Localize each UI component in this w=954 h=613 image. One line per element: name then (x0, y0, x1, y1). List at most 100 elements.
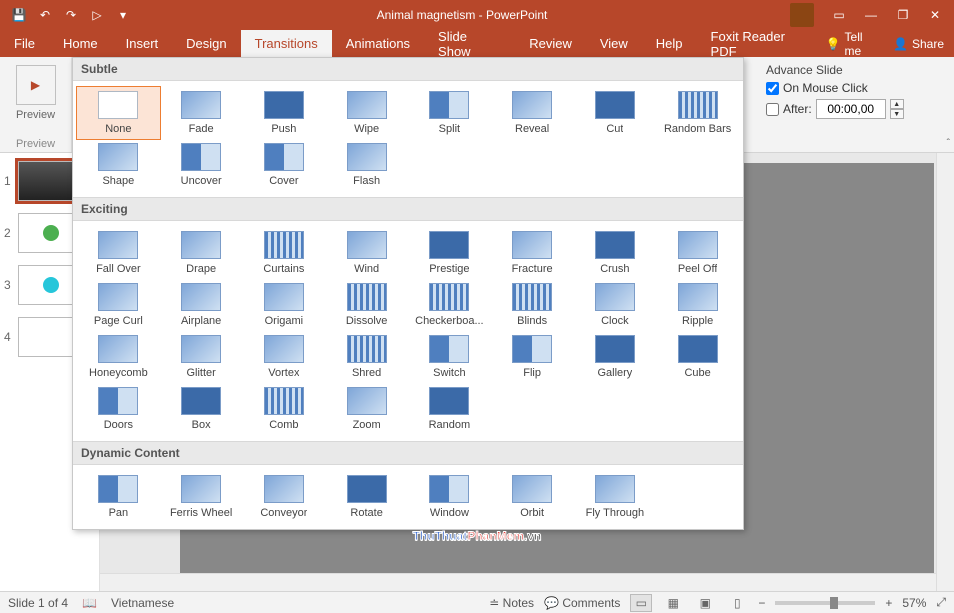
transition-glitter[interactable]: Glitter (160, 331, 243, 383)
transition-vortex[interactable]: Vortex (243, 331, 326, 383)
transition-doors[interactable]: Doors (77, 383, 160, 435)
tab-transitions[interactable]: Transitions (241, 30, 332, 57)
after-checkbox[interactable] (766, 103, 779, 116)
save-button[interactable]: 💾 (8, 4, 30, 26)
transition-uncover[interactable]: Uncover (160, 139, 243, 191)
fit-to-window-button[interactable]: ⤢ (936, 595, 946, 610)
transition-pan[interactable]: Pan (77, 471, 160, 523)
transition-icon (181, 231, 221, 259)
transition-conveyor[interactable]: Conveyor (243, 471, 326, 523)
transition-label: Origami (265, 315, 304, 327)
watermark-part-1: ThuThuat (413, 529, 468, 543)
transition-blinds[interactable]: Blinds (491, 279, 574, 331)
transition-none[interactable]: None (77, 87, 160, 139)
on-mouse-click-checkbox[interactable] (766, 82, 779, 95)
transition-reveal[interactable]: Reveal (491, 87, 574, 139)
transition-shape[interactable]: Shape (77, 139, 160, 191)
transition-fracture[interactable]: Fracture (491, 227, 574, 279)
zoom-in-button[interactable]: + (885, 596, 892, 610)
slide-sorter-view-button[interactable]: ▦ (662, 594, 684, 612)
transition-origami[interactable]: Origami (243, 279, 326, 331)
reading-view-button[interactable]: ▣ (694, 594, 716, 612)
transition-flash[interactable]: Flash (325, 139, 408, 191)
transition-fall-over[interactable]: Fall Over (77, 227, 160, 279)
time-spin-up[interactable]: ▲ (890, 99, 904, 109)
undo-button[interactable]: ↶ (34, 4, 56, 26)
zoom-out-button[interactable]: − (758, 596, 765, 610)
transition-comb[interactable]: Comb (243, 383, 326, 435)
transition-drape[interactable]: Drape (160, 227, 243, 279)
normal-view-button[interactable]: ▭ (630, 594, 652, 612)
minimize-button[interactable]: — (856, 1, 886, 29)
transition-ripple[interactable]: Ripple (656, 279, 739, 331)
transition-random-bars[interactable]: Random Bars (656, 87, 739, 139)
time-spin-down[interactable]: ▼ (890, 109, 904, 119)
transition-prestige[interactable]: Prestige (408, 227, 491, 279)
zoom-slider[interactable] (775, 601, 875, 605)
transition-label: Checkerboa... (415, 315, 483, 327)
tab-file[interactable]: File (0, 30, 49, 57)
transition-random[interactable]: Random (408, 383, 491, 435)
transition-crush[interactable]: Crush (574, 227, 657, 279)
zoom-slider-thumb[interactable] (830, 597, 838, 609)
transition-box[interactable]: Box (160, 383, 243, 435)
transition-wipe[interactable]: Wipe (325, 87, 408, 139)
preview-button[interactable]: ▶ (16, 65, 56, 105)
transition-honeycomb[interactable]: Honeycomb (77, 331, 160, 383)
tab-foxit[interactable]: Foxit Reader PDF (697, 30, 826, 57)
transition-page-curl[interactable]: Page Curl (77, 279, 160, 331)
transition-clock[interactable]: Clock (574, 279, 657, 331)
transition-checkerboa-[interactable]: Checkerboa... (408, 279, 491, 331)
share-button[interactable]: 👤 Share (893, 37, 944, 51)
start-from-beginning-button[interactable]: ▷ (86, 4, 108, 26)
collapse-ribbon-button[interactable]: ˆ (947, 138, 950, 149)
tab-help[interactable]: Help (642, 30, 697, 57)
zoom-level[interactable]: 57% (902, 596, 926, 610)
transition-wind[interactable]: Wind (325, 227, 408, 279)
vertical-scrollbar[interactable] (936, 153, 954, 591)
transition-icon (98, 283, 138, 311)
transition-rotate[interactable]: Rotate (325, 471, 408, 523)
transition-cover[interactable]: Cover (243, 139, 326, 191)
tab-view[interactable]: View (586, 30, 642, 57)
ribbon-display-options-button[interactable]: ▭ (824, 1, 854, 29)
redo-button[interactable]: ↷ (60, 4, 82, 26)
user-avatar[interactable] (790, 3, 814, 27)
transition-fade[interactable]: Fade (160, 87, 243, 139)
transition-airplane[interactable]: Airplane (160, 279, 243, 331)
slideshow-view-button[interactable]: ▯ (726, 594, 748, 612)
slide-counter[interactable]: Slide 1 of 4 (8, 596, 68, 610)
comments-button[interactable]: 💬 Comments (544, 596, 620, 610)
transition-orbit[interactable]: Orbit (491, 471, 574, 523)
after-time-input[interactable] (816, 99, 886, 119)
tab-slideshow[interactable]: Slide Show (424, 30, 515, 57)
transition-cube[interactable]: Cube (656, 331, 739, 383)
transition-flip[interactable]: Flip (491, 331, 574, 383)
transition-switch[interactable]: Switch (408, 331, 491, 383)
horizontal-scrollbar[interactable] (100, 573, 936, 591)
transition-fly-through[interactable]: Fly Through (574, 471, 657, 523)
tab-insert[interactable]: Insert (112, 30, 173, 57)
transition-curtains[interactable]: Curtains (243, 227, 326, 279)
transition-peel-off[interactable]: Peel Off (656, 227, 739, 279)
notes-button[interactable]: ≐ Notes (489, 596, 534, 610)
tab-review[interactable]: Review (515, 30, 586, 57)
close-button[interactable]: ✕ (920, 1, 950, 29)
language-indicator[interactable]: Vietnamese (111, 596, 174, 610)
transition-dissolve[interactable]: Dissolve (325, 279, 408, 331)
restore-button[interactable]: ❐ (888, 1, 918, 29)
tab-design[interactable]: Design (172, 30, 240, 57)
transition-zoom[interactable]: Zoom (325, 383, 408, 435)
transition-window[interactable]: Window (408, 471, 491, 523)
transition-cut[interactable]: Cut (574, 87, 657, 139)
spelling-icon[interactable]: 📖 (82, 596, 97, 610)
transition-ferris-wheel[interactable]: Ferris Wheel (160, 471, 243, 523)
qat-customize-button[interactable]: ▾ (112, 4, 134, 26)
transition-split[interactable]: Split (408, 87, 491, 139)
tab-animations[interactable]: Animations (332, 30, 424, 57)
tab-home[interactable]: Home (49, 30, 112, 57)
transition-gallery[interactable]: Gallery (574, 331, 657, 383)
transition-shred[interactable]: Shred (325, 331, 408, 383)
tell-me-search[interactable]: 💡 Tell me (826, 30, 879, 58)
transition-push[interactable]: Push (243, 87, 326, 139)
